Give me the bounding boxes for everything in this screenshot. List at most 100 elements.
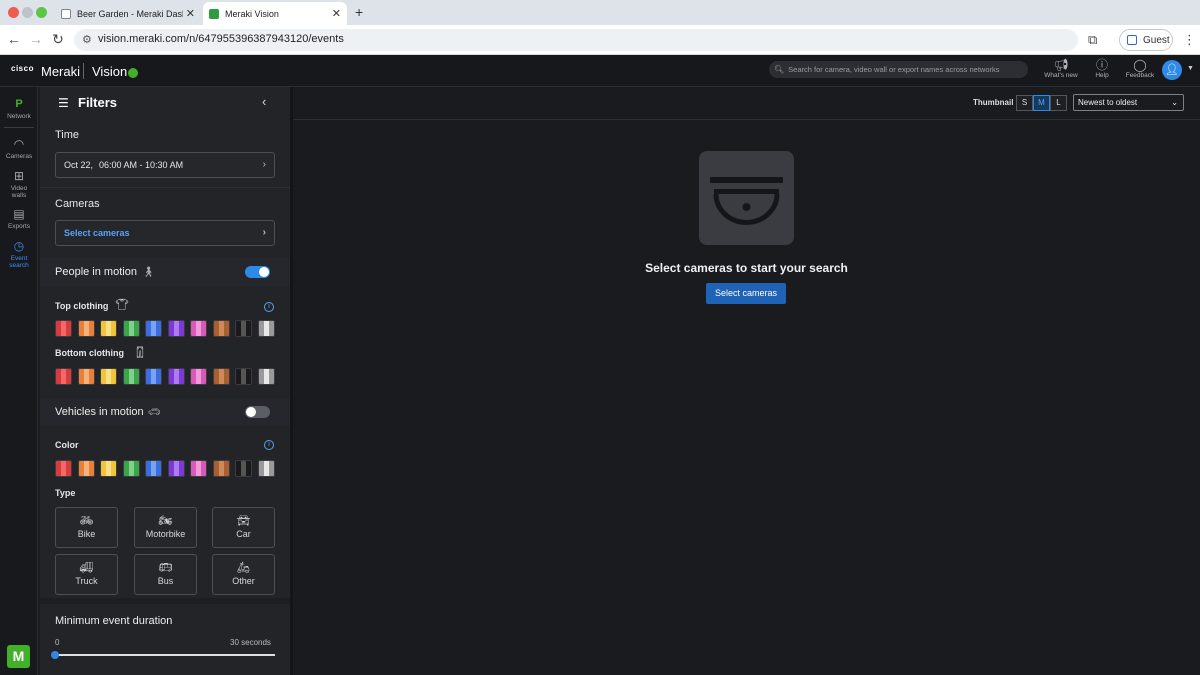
search-icon: 🔍︎: [774, 65, 785, 74]
whats-new-button[interactable]: 📢︎ What's new: [1041, 58, 1081, 79]
duration-slider-handle[interactable]: [51, 651, 59, 659]
color-swatch[interactable]: [145, 460, 163, 477]
color-swatch[interactable]: [190, 460, 208, 477]
color-swatch[interactable]: [77, 368, 95, 385]
rail-item-event-search[interactable]: ◷ Event search: [0, 239, 38, 269]
user-icon: 👤︎: [1165, 64, 1179, 76]
color-swatch[interactable]: [122, 320, 140, 337]
rail-item-exports[interactable]: ▤ Exports: [0, 207, 38, 230]
close-window-button[interactable]: [8, 7, 19, 18]
maximize-window-button[interactable]: [36, 7, 47, 18]
forward-icon[interactable]: →: [28, 31, 44, 47]
color-swatch[interactable]: [145, 368, 163, 385]
select-cameras-selector[interactable]: Select cameras ›: [55, 220, 275, 246]
color-swatch[interactable]: [212, 320, 230, 337]
browser-tab-bar: Beer Garden - Meraki Dashbo ✕ Meraki Vis…: [0, 0, 1200, 25]
reload-icon[interactable]: ↻: [50, 31, 66, 48]
new-tab-icon[interactable]: +: [355, 4, 363, 20]
rail-item-network[interactable]: P Network: [0, 97, 38, 120]
car-icon: 🚗︎: [148, 407, 161, 418]
car-icon: 🚘︎: [236, 515, 251, 527]
color-swatch[interactable]: [55, 460, 72, 477]
close-tab-icon[interactable]: ✕: [332, 7, 341, 20]
sliders-icon: ☰: [58, 96, 69, 110]
color-swatch[interactable]: [100, 460, 118, 477]
color-swatch[interactable]: [100, 320, 118, 337]
browser-menu-icon[interactable]: ⋮: [1183, 32, 1196, 48]
minimize-window-button[interactable]: [22, 7, 33, 18]
thumbnail-size-medium[interactable]: M: [1033, 95, 1050, 111]
rail-item-video-walls[interactable]: ⊞ Video walls: [0, 169, 38, 199]
sort-order-select[interactable]: Newest to oldest ⌄: [1073, 94, 1184, 111]
feedback-button[interactable]: ◯ Feedback: [1122, 58, 1158, 79]
global-search-input[interactable]: [788, 65, 1025, 74]
color-swatch[interactable]: [190, 368, 208, 385]
color-swatch[interactable]: [212, 460, 230, 477]
camera-icon: ◠: [13, 137, 25, 151]
color-swatch[interactable]: [55, 368, 72, 385]
type-truck-button[interactable]: 🚚︎ Truck: [55, 554, 118, 595]
url-field[interactable]: ⚙ vision.meraki.com/n/647955396387943120…: [74, 29, 1078, 51]
min-duration-title: Minimum event duration: [55, 615, 173, 627]
info-icon[interactable]: i: [264, 440, 274, 450]
time-range-selector[interactable]: Oct 22, 06:00 AM - 10:30 AM ›: [55, 152, 275, 178]
color-swatch[interactable]: [122, 368, 140, 385]
browser-tab-meraki-vision[interactable]: Meraki Vision ✕: [203, 2, 347, 25]
site-info-icon[interactable]: ⚙: [82, 33, 92, 46]
type-bus-button[interactable]: 🚌︎ Bus: [134, 554, 197, 595]
select-cameras-button[interactable]: Select cameras: [706, 283, 786, 304]
color-swatch[interactable]: [167, 320, 185, 337]
type-other-button[interactable]: 🛵︎ Other: [212, 554, 275, 595]
color-swatch[interactable]: [77, 460, 95, 477]
vehicles-in-motion-toggle[interactable]: [245, 406, 270, 418]
type-car-button[interactable]: 🚘︎ Car: [212, 507, 275, 548]
collapse-panel-icon[interactable]: ‹: [262, 94, 266, 109]
global-search[interactable]: 🔍︎: [769, 61, 1028, 78]
thumbnail-size-small[interactable]: S: [1016, 95, 1033, 111]
type-bike-button[interactable]: 🚲︎ Bike: [55, 507, 118, 548]
back-icon[interactable]: ←: [6, 31, 22, 47]
chevron-down-icon[interactable]: ▼: [1187, 65, 1194, 72]
color-swatch[interactable]: [235, 320, 253, 337]
thumbnail-size-large[interactable]: L: [1050, 95, 1067, 111]
user-avatar[interactable]: 👤︎: [1162, 60, 1182, 80]
color-swatch[interactable]: [257, 368, 275, 385]
color-swatch[interactable]: [100, 368, 118, 385]
guest-profile-button[interactable]: Guest: [1119, 29, 1173, 51]
color-swatch[interactable]: [55, 320, 72, 337]
top-clothing-swatches: [55, 320, 275, 338]
section-divider: [40, 187, 290, 188]
tab-title: Beer Garden - Meraki Dashbo: [77, 8, 183, 19]
help-button[interactable]: ⓘ Help: [1090, 58, 1114, 79]
slider-min-label: 0: [55, 638, 60, 647]
rail-label: Exports: [7, 223, 31, 230]
truck-icon: 🚚︎: [79, 562, 94, 574]
color-swatch[interactable]: [257, 460, 275, 477]
rail-label: Event: [10, 255, 28, 262]
color-swatch[interactable]: [122, 460, 140, 477]
type-motorbike-button[interactable]: 🏍︎ Motorbike: [134, 507, 197, 548]
cisco-logo: cisco: [11, 64, 34, 73]
people-in-motion-toggle[interactable]: [245, 266, 270, 278]
meraki-logo[interactable]: Meraki: [41, 64, 80, 79]
color-swatch[interactable]: [167, 460, 185, 477]
color-swatch[interactable]: [235, 368, 253, 385]
color-swatch[interactable]: [167, 368, 185, 385]
type-label: Bike: [77, 529, 96, 539]
color-swatch[interactable]: [145, 320, 163, 337]
color-swatch[interactable]: [190, 320, 208, 337]
info-icon[interactable]: i: [264, 302, 274, 312]
type-label: Other: [232, 576, 255, 586]
duration-slider-track[interactable]: [55, 654, 275, 656]
guest-label: Guest: [1143, 34, 1170, 46]
rail-item-cameras[interactable]: ◠ Cameras: [0, 137, 38, 160]
browser-tab-beer-garden[interactable]: Beer Garden - Meraki Dashbo ✕: [55, 2, 201, 25]
color-swatch[interactable]: [257, 320, 275, 337]
color-swatch[interactable]: [212, 368, 230, 385]
close-tab-icon[interactable]: ✕: [186, 7, 195, 20]
color-swatch[interactable]: [77, 320, 95, 337]
chevron-right-icon: ›: [262, 227, 266, 238]
cast-icon[interactable]: ⧉: [1088, 32, 1097, 48]
meraki-app-logo[interactable]: M: [7, 645, 30, 668]
color-swatch[interactable]: [235, 460, 253, 477]
